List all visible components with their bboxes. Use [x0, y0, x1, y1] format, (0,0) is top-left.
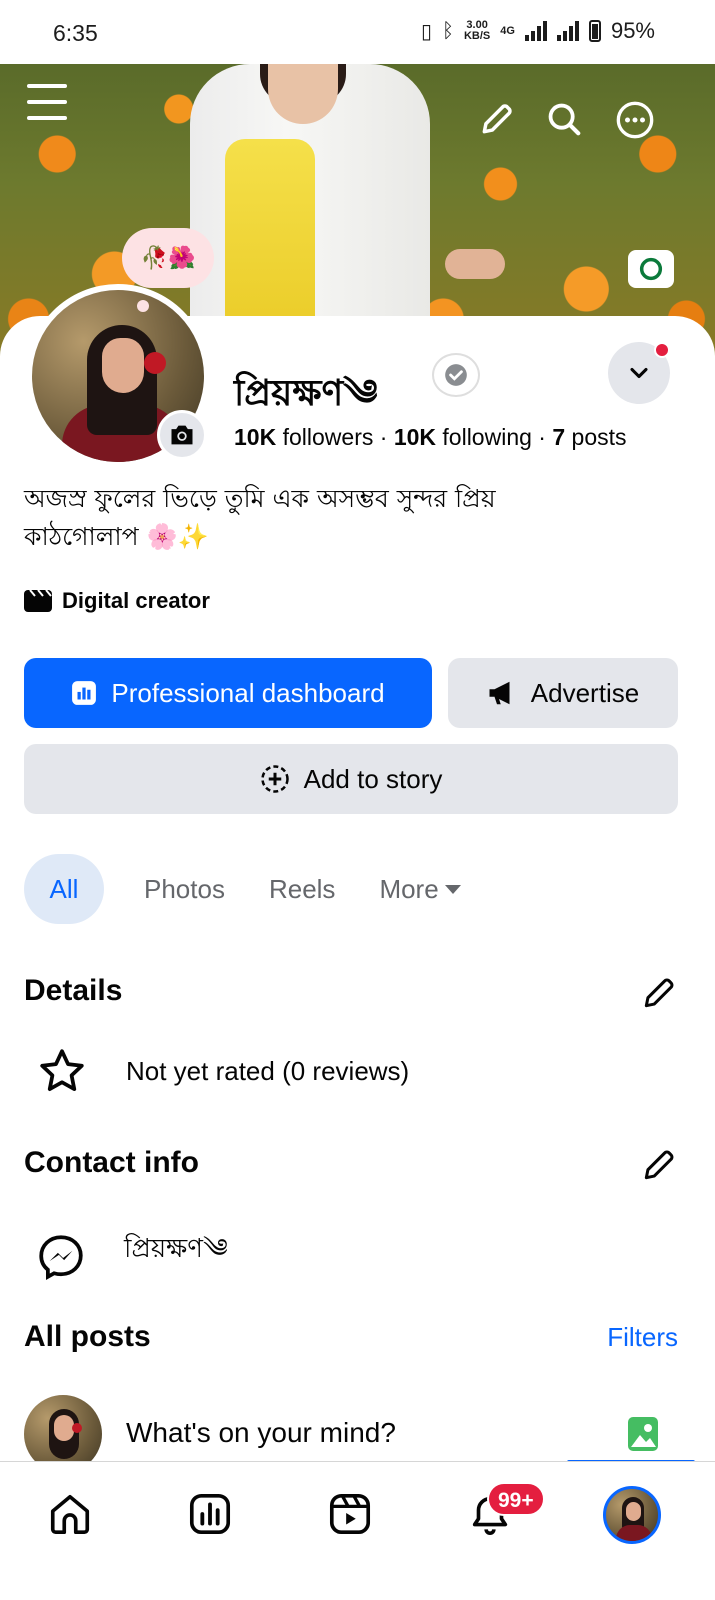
network-type: 4G: [500, 25, 515, 37]
stats-separator-2: ·: [538, 424, 546, 450]
following-count[interactable]: 10K: [394, 424, 436, 450]
details-heading: Details: [24, 974, 123, 1007]
add-to-story-label: Add to story: [303, 763, 443, 794]
messenger-row[interactable]: প্রিয়ক্ষণ༄: [36, 1220, 228, 1293]
add-story-icon: [260, 765, 289, 793]
messenger-icon: [39, 1234, 83, 1280]
more-options-icon[interactable]: [615, 100, 655, 140]
dashboard-nav-icon[interactable]: [186, 1490, 234, 1538]
bluetooth-icon: ᛒ: [441, 19, 454, 42]
reels-icon[interactable]: [326, 1490, 374, 1538]
profile-note[interactable]: 🥀🌺: [122, 228, 214, 288]
category-label: Digital creator: [62, 588, 210, 613]
star-icon: [40, 1049, 84, 1091]
notifications-badge: 99+: [487, 1482, 545, 1516]
post-composer[interactable]: What's on your mind?: [24, 1395, 700, 1461]
status-icons: ▯ ᛒ 3.00 KB/S 4G 95%: [421, 18, 655, 44]
tab-reels[interactable]: Reels: [247, 854, 357, 924]
followers-label[interactable]: followers: [283, 424, 374, 450]
home-icon[interactable]: [46, 1490, 94, 1538]
edit-contact-icon[interactable]: [640, 1146, 678, 1184]
notification-dot: [654, 342, 670, 358]
verified-badge-icon[interactable]: [432, 353, 480, 397]
filters-link[interactable]: Filters: [607, 1322, 678, 1353]
rating-row: Not yet rated (0 reviews): [36, 1046, 409, 1096]
bottom-navigation: 99+: [0, 1461, 715, 1600]
messenger-name: প্রিয়ক্ষণ༄: [124, 1234, 228, 1264]
dashboard-label: Professional dashboard: [111, 677, 385, 708]
profile-bio: অজস্র ফুলের ভিড়ে তুমি এক অসম্ভব সুন্দর …: [24, 484, 496, 551]
add-to-story-button[interactable]: Add to story: [24, 744, 678, 814]
chevron-down-icon: [630, 367, 648, 379]
note-bubble-tail: [137, 300, 149, 312]
tab-all[interactable]: All: [24, 854, 104, 924]
menu-icon[interactable]: [27, 84, 67, 120]
profile-stats: 10K followers · 10K following · 7 posts: [234, 424, 627, 451]
status-time: 6:35: [53, 20, 98, 46]
posts-label: posts: [571, 424, 627, 450]
composer-placeholder[interactable]: What's on your mind?: [126, 1417, 396, 1449]
clapperboard-icon: [24, 590, 52, 612]
contact-info-heading: Contact info: [24, 1146, 199, 1179]
photo-icon[interactable]: [628, 1417, 658, 1451]
cover-figure-hand: [445, 249, 505, 279]
caret-down-icon: [444, 885, 461, 894]
following-label[interactable]: following: [442, 424, 532, 450]
stats-separator: ·: [379, 424, 388, 450]
all-posts-heading: All posts: [24, 1320, 151, 1353]
status-bar: 6:35 ▯ ᛒ 3.00 KB/S 4G 95%: [0, 0, 715, 64]
network-speed-unit: KB/S: [463, 30, 491, 42]
posts-count: 7: [552, 424, 566, 450]
composer-avatar: [24, 1395, 102, 1461]
edit-details-icon[interactable]: [640, 974, 678, 1012]
professional-dashboard-button[interactable]: Professional dashboard: [24, 658, 432, 728]
advertise-button[interactable]: Advertise: [448, 658, 678, 728]
profile-category: Digital creator: [24, 588, 210, 614]
battery-percent: 95%: [610, 18, 655, 43]
edit-icon[interactable]: [478, 100, 516, 138]
tab-more[interactable]: More: [357, 854, 484, 924]
advertise-label: Advertise: [530, 677, 640, 708]
tab-photos[interactable]: Photos: [122, 854, 247, 924]
battery-icon: [588, 20, 601, 42]
megaphone-icon: [489, 681, 510, 705]
cover-camera-icon[interactable]: [628, 250, 674, 288]
signal-icon: [524, 21, 547, 41]
followers-count[interactable]: 10K: [234, 424, 276, 450]
search-icon[interactable]: [545, 100, 583, 138]
signal-icon-2: [556, 21, 579, 41]
network-speed: 3.00 KB/S: [464, 20, 490, 42]
profile-tabs: All Photos Reels More: [24, 854, 485, 924]
profile-nav-avatar[interactable]: [603, 1486, 661, 1544]
rating-text: Not yet rated (0 reviews): [126, 1055, 410, 1086]
camera-icon[interactable]: [157, 410, 207, 460]
dashboard-icon: [72, 681, 97, 705]
tab-more-label: More: [379, 873, 439, 904]
vibrate-icon: ▯: [420, 20, 432, 43]
